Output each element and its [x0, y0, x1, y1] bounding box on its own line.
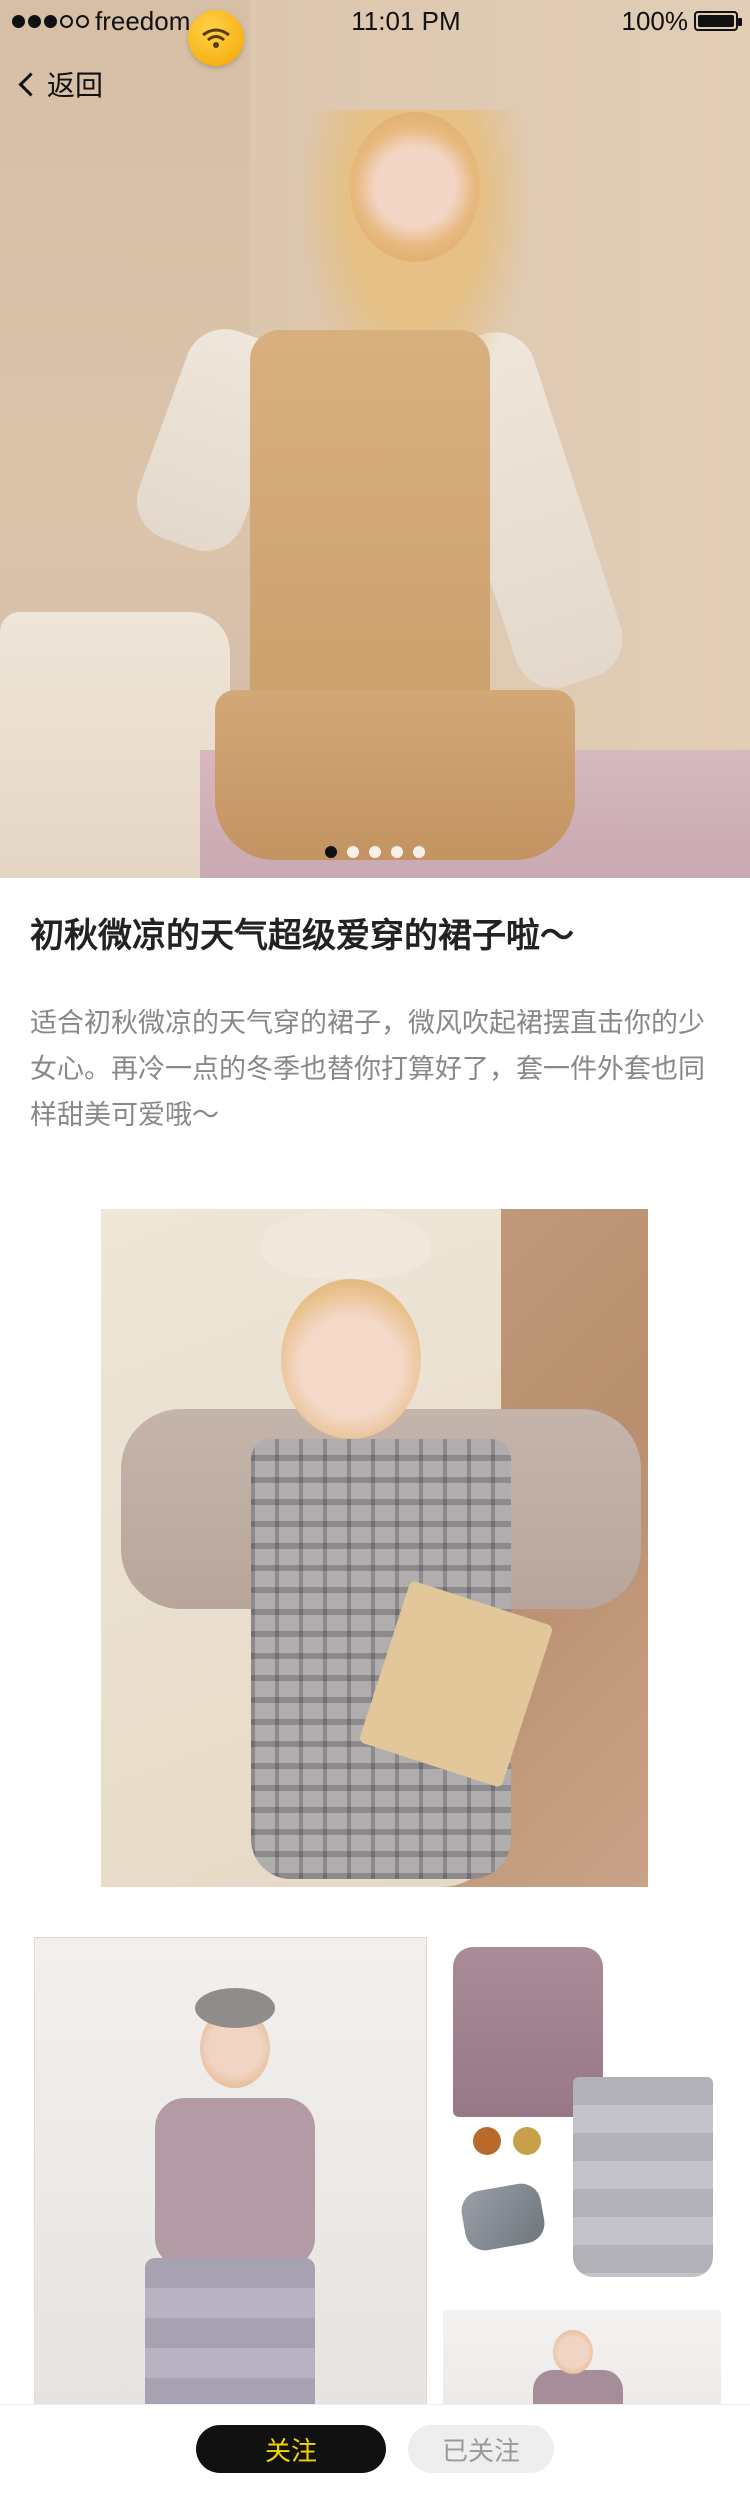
chevron-left-icon — [18, 71, 43, 97]
carrier-name: freedom — [95, 5, 191, 36]
photo-hat — [195, 1988, 275, 2028]
battery-info: 100% — [621, 5, 742, 37]
carousel-pager[interactable] — [0, 846, 750, 858]
photo-beret — [261, 1209, 431, 1279]
signal-dot — [12, 14, 25, 28]
hero-dress — [250, 330, 490, 730]
pager-dot[interactable] — [413, 846, 425, 858]
article-description: 适合初秋微凉的天气穿的裙子，微风吹起裙摆直击你的少女心。再冷一点的冬季也替你打算… — [30, 1008, 705, 1130]
status-time: 11:01 PM — [351, 5, 461, 36]
pager-dot[interactable] — [391, 846, 403, 858]
pager-dot[interactable] — [347, 846, 359, 858]
signal-icon — [12, 14, 89, 28]
battery-icon — [694, 11, 742, 31]
flatlay-shoes — [458, 2180, 548, 2254]
follow-button[interactable]: 关注 — [196, 2425, 386, 2473]
wifi-glyph — [202, 28, 230, 48]
followed-button[interactable]: 已关注 — [408, 2425, 554, 2473]
signal-dot — [76, 14, 89, 28]
bottom-action-bar: 关注 已关注 — [0, 2404, 750, 2493]
signal-dot — [28, 14, 41, 28]
hero-sofa — [0, 612, 230, 878]
article-photo-outfit-flatlay — [443, 1937, 721, 2297]
signal-dot — [60, 14, 73, 28]
status-bar: freedom 11:01 PM 100% — [0, 0, 750, 42]
article-photo-plaid-dress — [101, 1209, 648, 1887]
hero-image-carousel[interactable] — [0, 0, 750, 878]
back-button[interactable]: 返回 — [18, 64, 104, 104]
hero-skirt — [215, 690, 575, 860]
battery-percent: 100% — [621, 5, 689, 36]
carrier-info: freedom — [12, 6, 190, 37]
photo-knit-top — [155, 2098, 315, 2268]
wifi-icon — [188, 10, 244, 66]
photo-face — [281, 1279, 421, 1439]
back-label: 返回 — [47, 70, 104, 101]
detail-head — [553, 2330, 593, 2374]
flatlay-skirt — [573, 2077, 713, 2277]
pager-dot[interactable] — [369, 846, 381, 858]
hero-model-head — [350, 112, 480, 262]
battery-fill — [698, 15, 734, 27]
article-title: 初秋微凉的天气超级爱穿的裙子啦～ — [30, 917, 574, 955]
pager-dot[interactable] — [325, 846, 337, 858]
signal-dot — [44, 14, 57, 28]
flatlay-earring — [473, 2127, 501, 2155]
flatlay-earring — [513, 2127, 541, 2155]
